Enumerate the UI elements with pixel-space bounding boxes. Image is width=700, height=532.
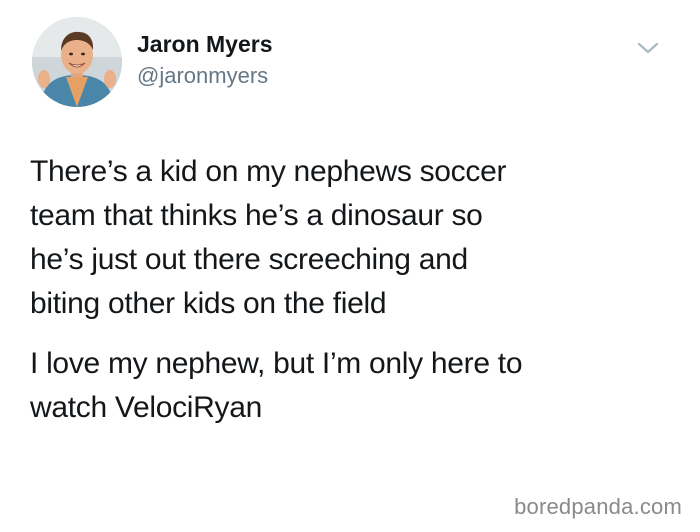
display-name[interactable]: Jaron Myers: [137, 30, 273, 58]
watermark: boredpanda.com: [514, 494, 682, 519]
profile-photo-icon: [32, 17, 122, 107]
avatar[interactable]: [32, 17, 122, 107]
chevron-down-icon[interactable]: [636, 38, 660, 58]
tweet-paragraph: There’s a kid on my nephews soccer team …: [30, 155, 507, 320]
tweet-card: Jaron Myers @jaronmyers There’s a kid on…: [0, 0, 700, 532]
tweet-text: There’s a kid on my nephews soccer team …: [30, 150, 670, 430]
user-handle[interactable]: @jaronmyers: [137, 63, 268, 89]
tweet-paragraph: I love my nephew, but I’m only here to w…: [30, 347, 523, 424]
